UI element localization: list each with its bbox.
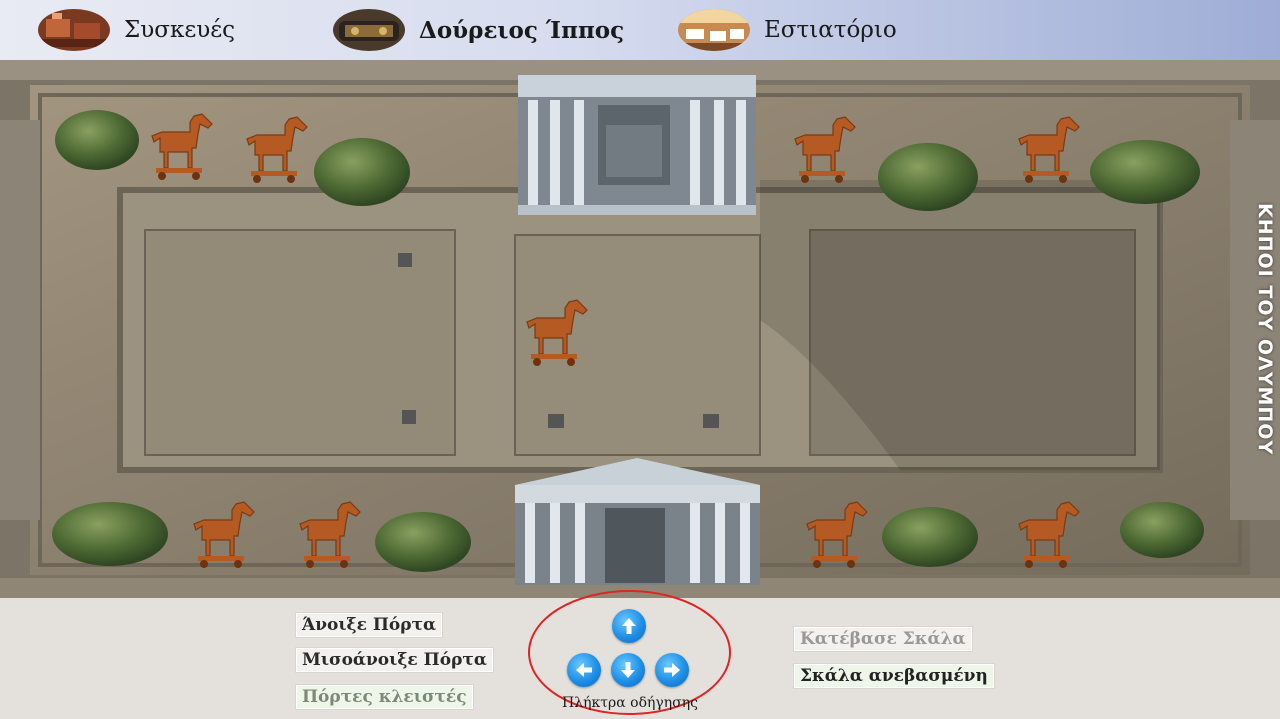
half-open-door-button[interactable]: Μισοάνοιξε Πόρτα [295, 647, 494, 673]
trojan-horse-icon[interactable] [193, 501, 255, 568]
garden-title: ΚΗΠΟΙ ΤΟΥ ΟΛΥΜΠΟΥ [1254, 202, 1276, 456]
arrow-right-icon [664, 663, 680, 677]
arrow-left-button[interactable] [567, 653, 601, 687]
lower-ladder-button[interactable]: Κατέβασε Σκάλα [793, 626, 973, 652]
restaurant-thumbnail [678, 9, 750, 51]
trojan-horse-icon[interactable] [1018, 116, 1080, 183]
arrow-left-icon [576, 663, 592, 677]
trojan-horse-icon[interactable] [151, 113, 213, 180]
dpad-label: Πλήκτρα οδήγησης [562, 695, 698, 711]
open-door-button[interactable]: Άνοιξε Πόρτα [295, 612, 444, 638]
garden-map [0, 60, 1280, 598]
trojan-horse-icon[interactable] [526, 299, 588, 366]
trojan-horse-icon[interactable] [299, 501, 361, 568]
nav-label-trojan-horse: Δούρειος Ίππος [419, 16, 625, 44]
nav-item-appliances[interactable]: Συσκευές [38, 8, 235, 52]
nav-item-trojan-horse[interactable]: Δούρειος Ίππος [333, 8, 624, 52]
arrow-down-button[interactable] [611, 653, 645, 687]
arrow-up-button[interactable] [612, 609, 646, 643]
arrow-right-button[interactable] [655, 653, 689, 687]
nav-label-appliances: Συσκευές [124, 17, 236, 43]
trojan-horse-icon[interactable] [246, 116, 308, 183]
doors-closed-status: Πόρτες κλειστές [295, 684, 474, 710]
top-navigation: Συσκευές Δούρειος Ίππος Εστιατόριο [0, 0, 1280, 60]
trojan-horse-icon[interactable] [1018, 501, 1080, 568]
trojan-horse-icon[interactable] [806, 501, 868, 568]
trojan-horse-icon[interactable] [794, 116, 856, 183]
arrow-up-icon [622, 618, 636, 634]
nav-item-restaurant[interactable]: Εστιατόριο [678, 8, 897, 52]
ladder-raised-status: Σκάλα ανεβασμένη [793, 663, 995, 689]
appliances-thumbnail [38, 9, 110, 51]
trojan-horse-thumbnail [333, 9, 405, 51]
arrow-down-icon [621, 662, 635, 678]
nav-label-restaurant: Εστιατόριο [764, 17, 897, 43]
